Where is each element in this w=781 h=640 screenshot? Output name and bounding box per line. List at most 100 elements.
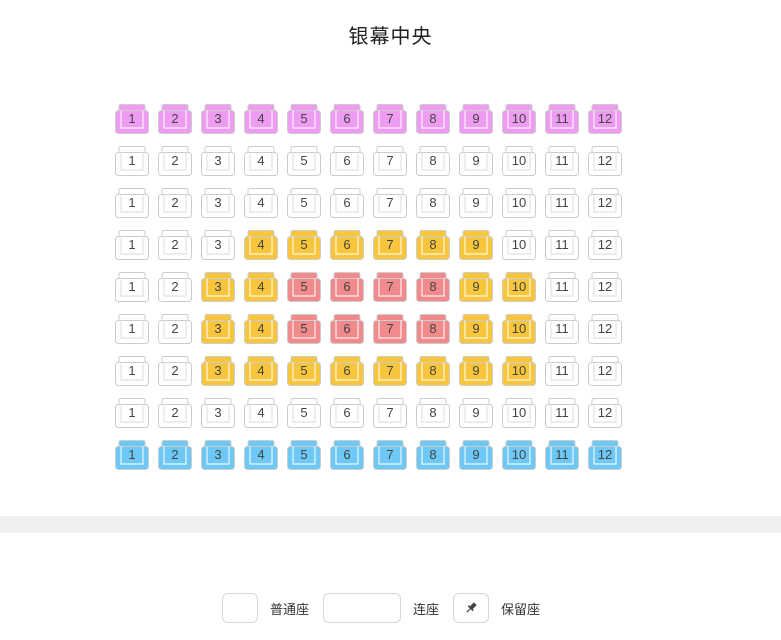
- seat-pink[interactable]: 5: [287, 104, 321, 134]
- seat-normal[interactable]: 3: [201, 230, 235, 260]
- seat-pink[interactable]: 11: [545, 104, 579, 134]
- seat-blue[interactable]: 8: [416, 440, 450, 470]
- seat-normal[interactable]: 2: [158, 188, 192, 218]
- seat-normal[interactable]: 1: [115, 272, 149, 302]
- seat-normal[interactable]: 5: [287, 188, 321, 218]
- seat-normal[interactable]: 12: [588, 188, 622, 218]
- seat-normal[interactable]: 3: [201, 398, 235, 428]
- seat-normal[interactable]: 11: [545, 398, 579, 428]
- seat-normal[interactable]: 7: [373, 146, 407, 176]
- seat-normal[interactable]: 12: [588, 314, 622, 344]
- seat-normal[interactable]: 2: [158, 230, 192, 260]
- seat-normal[interactable]: 6: [330, 188, 364, 218]
- seat-normal[interactable]: 2: [158, 356, 192, 386]
- seat-blue[interactable]: 6: [330, 440, 364, 470]
- seat-red[interactable]: 5: [287, 272, 321, 302]
- seat-yellow[interactable]: 9: [459, 356, 493, 386]
- seat-normal[interactable]: 10: [502, 188, 536, 218]
- seat-normal[interactable]: 11: [545, 314, 579, 344]
- seat-pink[interactable]: 4: [244, 104, 278, 134]
- seat-yellow[interactable]: 4: [244, 314, 278, 344]
- seat-blue[interactable]: 2: [158, 440, 192, 470]
- seat-pink[interactable]: 10: [502, 104, 536, 134]
- seat-yellow[interactable]: 3: [201, 314, 235, 344]
- seat-blue[interactable]: 1: [115, 440, 149, 470]
- seat-normal[interactable]: 9: [459, 398, 493, 428]
- seat-normal[interactable]: 12: [588, 146, 622, 176]
- seat-blue[interactable]: 10: [502, 440, 536, 470]
- seat-normal[interactable]: 11: [545, 230, 579, 260]
- seat-normal[interactable]: 8: [416, 146, 450, 176]
- seat-yellow[interactable]: 10: [502, 272, 536, 302]
- seat-yellow[interactable]: 8: [416, 356, 450, 386]
- seat-normal[interactable]: 11: [545, 188, 579, 218]
- seat-normal[interactable]: 11: [545, 146, 579, 176]
- seat-yellow[interactable]: 7: [373, 356, 407, 386]
- seat-normal[interactable]: 12: [588, 398, 622, 428]
- seat-yellow[interactable]: 6: [330, 356, 364, 386]
- seat-normal[interactable]: 2: [158, 398, 192, 428]
- seat-normal[interactable]: 4: [244, 188, 278, 218]
- seat-normal[interactable]: 1: [115, 356, 149, 386]
- seat-normal[interactable]: 10: [502, 146, 536, 176]
- seat-yellow[interactable]: 4: [244, 356, 278, 386]
- seat-red[interactable]: 8: [416, 314, 450, 344]
- seat-normal[interactable]: 3: [201, 146, 235, 176]
- seat-pink[interactable]: 2: [158, 104, 192, 134]
- seat-yellow[interactable]: 9: [459, 272, 493, 302]
- seat-normal[interactable]: 1: [115, 230, 149, 260]
- seat-red[interactable]: 5: [287, 314, 321, 344]
- seat-normal[interactable]: 1: [115, 146, 149, 176]
- seat-pink[interactable]: 7: [373, 104, 407, 134]
- seat-red[interactable]: 8: [416, 272, 450, 302]
- seat-normal[interactable]: 2: [158, 314, 192, 344]
- seat-normal[interactable]: 11: [545, 356, 579, 386]
- seat-red[interactable]: 6: [330, 272, 364, 302]
- seat-normal[interactable]: 2: [158, 146, 192, 176]
- seat-blue[interactable]: 3: [201, 440, 235, 470]
- seat-normal[interactable]: 1: [115, 398, 149, 428]
- seat-blue[interactable]: 11: [545, 440, 579, 470]
- seat-yellow[interactable]: 7: [373, 230, 407, 260]
- seat-normal[interactable]: 6: [330, 146, 364, 176]
- seat-normal[interactable]: 7: [373, 398, 407, 428]
- seat-yellow[interactable]: 3: [201, 272, 235, 302]
- seat-pink[interactable]: 12: [588, 104, 622, 134]
- seat-normal[interactable]: 5: [287, 398, 321, 428]
- seat-yellow[interactable]: 4: [244, 272, 278, 302]
- seat-pink[interactable]: 3: [201, 104, 235, 134]
- seat-yellow[interactable]: 10: [502, 356, 536, 386]
- seat-normal[interactable]: 6: [330, 398, 364, 428]
- seat-red[interactable]: 7: [373, 314, 407, 344]
- seat-pink[interactable]: 9: [459, 104, 493, 134]
- seat-yellow[interactable]: 9: [459, 314, 493, 344]
- seat-yellow[interactable]: 6: [330, 230, 364, 260]
- seat-normal[interactable]: 10: [502, 230, 536, 260]
- seat-normal[interactable]: 11: [545, 272, 579, 302]
- seat-red[interactable]: 7: [373, 272, 407, 302]
- seat-normal[interactable]: 5: [287, 146, 321, 176]
- seat-blue[interactable]: 5: [287, 440, 321, 470]
- seat-normal[interactable]: 4: [244, 146, 278, 176]
- seat-blue[interactable]: 12: [588, 440, 622, 470]
- seat-pink[interactable]: 6: [330, 104, 364, 134]
- seat-normal[interactable]: 1: [115, 314, 149, 344]
- seat-normal[interactable]: 8: [416, 188, 450, 218]
- seat-yellow[interactable]: 5: [287, 356, 321, 386]
- seat-red[interactable]: 6: [330, 314, 364, 344]
- seat-blue[interactable]: 7: [373, 440, 407, 470]
- seat-blue[interactable]: 4: [244, 440, 278, 470]
- seat-yellow[interactable]: 5: [287, 230, 321, 260]
- seat-normal[interactable]: 8: [416, 398, 450, 428]
- seat-yellow[interactable]: 4: [244, 230, 278, 260]
- seat-normal[interactable]: 7: [373, 188, 407, 218]
- seat-normal[interactable]: 1: [115, 188, 149, 218]
- seat-yellow[interactable]: 9: [459, 230, 493, 260]
- seat-pink[interactable]: 1: [115, 104, 149, 134]
- seat-blue[interactable]: 9: [459, 440, 493, 470]
- seat-normal[interactable]: 12: [588, 272, 622, 302]
- seat-normal[interactable]: 12: [588, 230, 622, 260]
- seat-normal[interactable]: 10: [502, 398, 536, 428]
- seat-normal[interactable]: 9: [459, 188, 493, 218]
- seat-pink[interactable]: 8: [416, 104, 450, 134]
